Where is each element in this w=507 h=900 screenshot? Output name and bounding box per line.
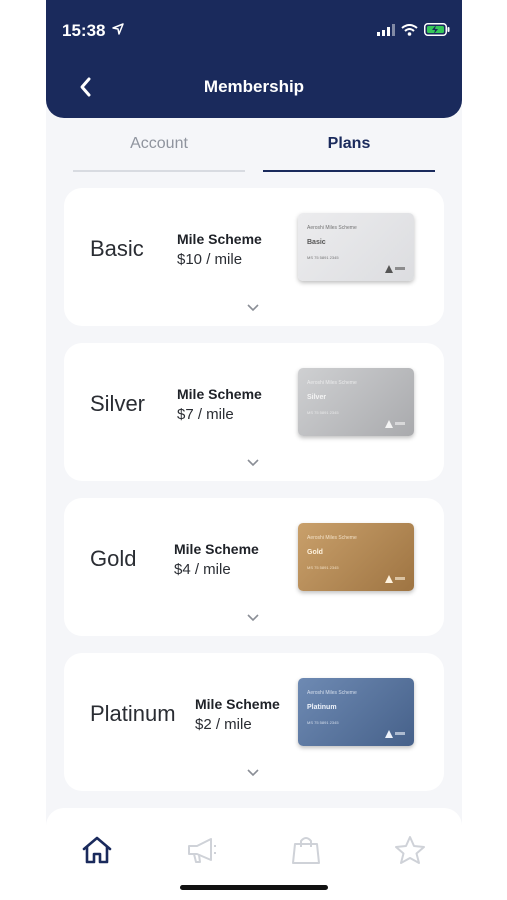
plan-name: Silver bbox=[90, 391, 146, 416]
card-issuer: Aeroshi Miles Scheme bbox=[307, 225, 357, 231]
brand-logo-icon bbox=[385, 575, 405, 583]
app-screen: 15:38 Membership Account Plans Basic Mil… bbox=[46, 0, 462, 900]
card-number: MS 75 5891 2345 bbox=[307, 410, 339, 415]
membership-card-image: Aeroshi Miles Scheme Gold MS 75 5891 234… bbox=[298, 523, 414, 591]
status-icons bbox=[377, 23, 450, 36]
battery-charging-icon bbox=[424, 23, 450, 36]
plan-card-platinum[interactable]: Platinum Mile Scheme $2 / mile Aeroshi M… bbox=[64, 653, 444, 791]
plan-name: Basic bbox=[90, 236, 144, 261]
header: 15:38 Membership bbox=[46, 0, 462, 118]
scheme-price: $4 / mile bbox=[174, 561, 231, 578]
card-tier: Basic bbox=[307, 239, 326, 246]
star-icon[interactable] bbox=[393, 834, 427, 866]
card-issuer: Aeroshi Miles Scheme bbox=[307, 690, 357, 696]
plan-card-gold[interactable]: Gold Mile Scheme $4 / mile Aeroshi Miles… bbox=[64, 498, 444, 636]
tab-account[interactable]: Account bbox=[73, 128, 245, 172]
membership-card-image: Aeroshi Miles Scheme Platinum MS 75 5891… bbox=[298, 678, 414, 746]
brand-logo-icon bbox=[385, 730, 405, 738]
tab-plans-label: Plans bbox=[327, 135, 371, 152]
page-title: Membership bbox=[203, 77, 305, 96]
card-number: MS 75 5891 2345 bbox=[307, 565, 339, 570]
card-tier: Platinum bbox=[307, 704, 337, 711]
card-issuer: Aeroshi Miles Scheme bbox=[307, 535, 357, 541]
status-time: 15:38 bbox=[62, 21, 106, 40]
scheme-price: $10 / mile bbox=[177, 251, 243, 268]
expand-chevron-icon[interactable] bbox=[246, 458, 260, 468]
plan-card-silver[interactable]: Silver Mile Scheme $7 / mile Aeroshi Mil… bbox=[64, 343, 444, 481]
tab-plans[interactable]: Plans bbox=[263, 128, 435, 172]
plan-name: Platinum bbox=[90, 701, 176, 726]
home-icon[interactable] bbox=[80, 834, 114, 866]
scheme-title: Mile Scheme bbox=[195, 696, 280, 712]
scheme-price: $2 / mile bbox=[195, 716, 252, 733]
location-arrow-icon bbox=[112, 23, 124, 35]
expand-chevron-icon[interactable] bbox=[246, 768, 260, 778]
scheme-title: Mile Scheme bbox=[177, 231, 262, 247]
scheme-title: Mile Scheme bbox=[177, 386, 262, 402]
home-indicator[interactable] bbox=[180, 885, 328, 890]
card-number: MS 75 5891 2345 bbox=[307, 255, 339, 260]
card-number: MS 75 5891 2345 bbox=[307, 720, 339, 725]
card-tier: Silver bbox=[307, 394, 327, 401]
tab-bar: Account Plans bbox=[73, 128, 435, 172]
expand-chevron-icon[interactable] bbox=[246, 613, 260, 623]
membership-card-image: Aeroshi Miles Scheme Basic MS 75 5891 23… bbox=[298, 213, 414, 281]
card-tier: Gold bbox=[307, 549, 323, 556]
plan-card-basic[interactable]: Basic Mile Scheme $10 / mile Aeroshi Mil… bbox=[64, 188, 444, 326]
signal-icon bbox=[377, 23, 395, 36]
megaphone-icon[interactable] bbox=[185, 834, 219, 866]
card-issuer: Aeroshi Miles Scheme bbox=[307, 380, 357, 386]
scheme-price: $7 / mile bbox=[177, 406, 234, 423]
scheme-title: Mile Scheme bbox=[174, 541, 259, 557]
tab-account-label: Account bbox=[130, 135, 188, 152]
brand-logo-icon bbox=[385, 420, 405, 428]
membership-card-image: Aeroshi Miles Scheme Silver MS 75 5891 2… bbox=[298, 368, 414, 436]
brand-logo-icon bbox=[385, 265, 405, 273]
wifi-icon bbox=[401, 23, 418, 36]
shopping-bag-icon[interactable] bbox=[289, 834, 323, 866]
plan-name: Gold bbox=[90, 546, 137, 571]
expand-chevron-icon[interactable] bbox=[246, 303, 260, 313]
